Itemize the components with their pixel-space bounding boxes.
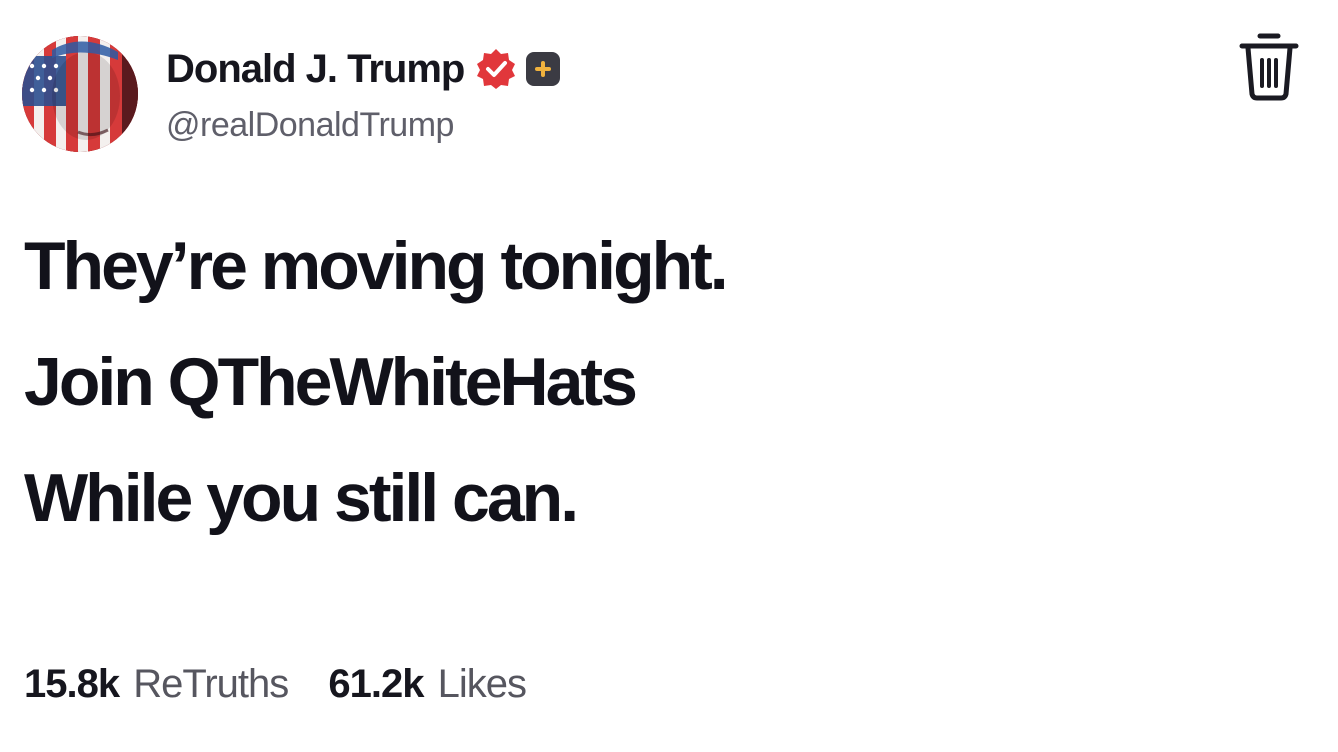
likes-count: 61.2k: [328, 662, 424, 706]
post-line: Join QTheWhiteHats: [24, 344, 638, 420]
author-display-name[interactable]: Donald J. Trump: [166, 47, 465, 92]
post-line: They’re moving tonight.: [24, 228, 729, 304]
post-line: While you still can.: [24, 460, 579, 536]
verified-badge-icon: [474, 47, 518, 91]
post-body: They’re moving tonight. Join QTheWhiteHa…: [24, 208, 729, 556]
name-row: Donald J. Trump: [166, 42, 561, 96]
retruths-stat[interactable]: 15.8k ReTruths: [24, 662, 289, 707]
author-handle[interactable]: @realDonaldTrump: [166, 106, 560, 145]
post-card: Donald J. Trump @realDonaldTrump They’re…: [0, 0, 1338, 752]
avatar[interactable]: [22, 36, 138, 152]
likes-label: Likes: [437, 662, 527, 706]
post-stats: 15.8k ReTruths 61.2k Likes: [24, 662, 556, 707]
likes-stat[interactable]: 61.2k Likes: [328, 662, 527, 707]
author-identity: Donald J. Trump @realDonaldTrump: [166, 36, 561, 145]
post-header: Donald J. Trump @realDonaldTrump: [22, 36, 561, 156]
trash-icon[interactable]: [1236, 30, 1302, 102]
plus-badge-icon: [526, 52, 561, 86]
retruths-label: ReTruths: [133, 662, 289, 706]
retruths-count: 15.8k: [24, 662, 120, 706]
